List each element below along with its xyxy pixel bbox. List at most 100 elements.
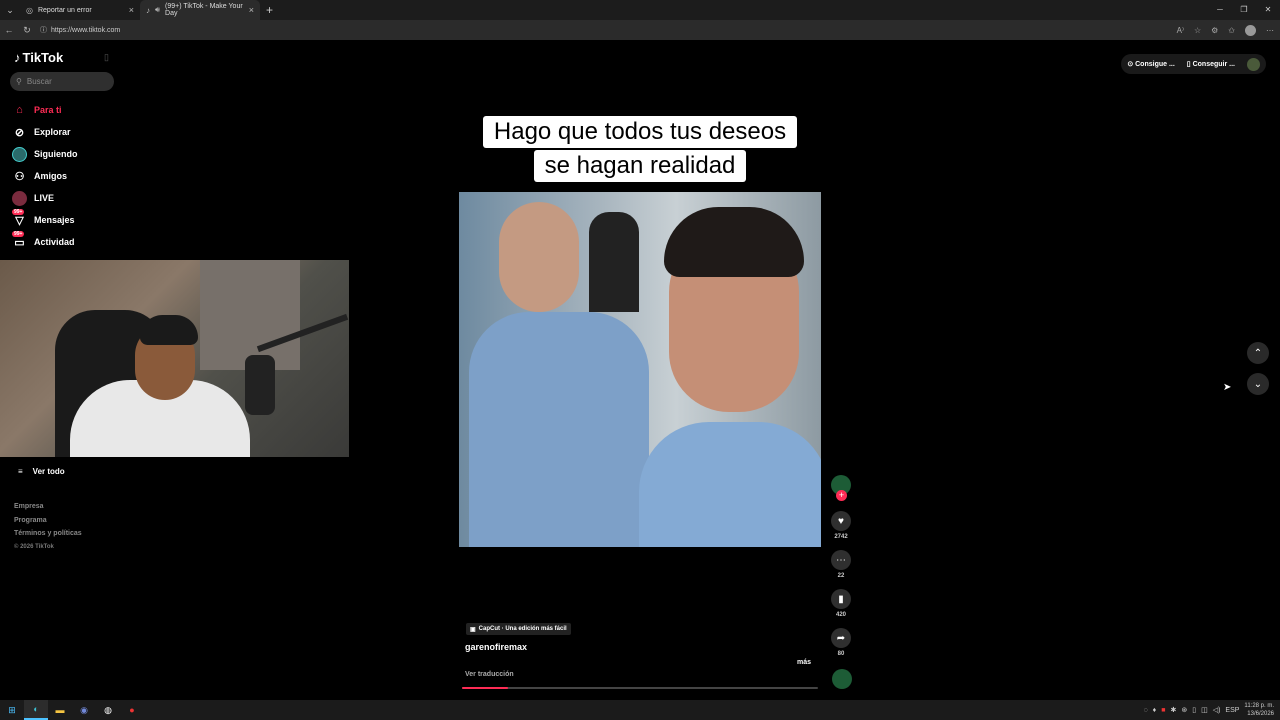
refresh-icon[interactable]: ↻ — [18, 25, 36, 36]
new-tab-icon[interactable]: + — [266, 3, 273, 17]
url-text: https://www.tiktok.com — [51, 26, 121, 34]
search-input[interactable]: ⚲ Buscar — [10, 72, 114, 91]
caption-text: Hago que todos tus deseos — [482, 116, 798, 148]
like-button[interactable]: ♥ — [831, 511, 851, 531]
tiktok-note-icon: ♪ — [14, 50, 21, 65]
list-icon: ≡ — [18, 467, 23, 476]
profile-avatar-icon[interactable] — [1245, 24, 1256, 36]
close-tab-icon[interactable]: × — [129, 5, 134, 15]
globe-icon: ◎ — [26, 5, 33, 15]
sidebar-item-mensajes[interactable]: ▽ 99+ Mensajes — [12, 208, 78, 231]
sidebar-item-live[interactable]: LIVE — [12, 187, 78, 209]
save-button[interactable]: ▮ — [831, 589, 851, 609]
previous-video-button[interactable]: ⌃ — [1247, 342, 1269, 364]
see-translation-link[interactable]: Ver traducción — [465, 671, 514, 678]
tray-steam-icon[interactable]: ⊛ — [1181, 706, 1187, 714]
tab-report-error[interactable]: ◎ Reportar un error × — [20, 0, 140, 20]
collapse-sidebar-icon[interactable]: ▯ — [104, 52, 109, 63]
url-field[interactable]: ⓘ https://www.tiktok.com — [40, 25, 120, 35]
footer-link-empresa[interactable]: Empresa — [14, 500, 82, 514]
tiktok-favicon-icon: ♪ — [146, 5, 150, 15]
speaker-icon[interactable]: 🔊︎ — [155, 5, 160, 15]
video-right-man-shirt — [639, 422, 821, 547]
more-menu-icon[interactable]: ⋯ — [1266, 26, 1274, 35]
footer-link-terminos[interactable]: Términos y políticas — [14, 527, 82, 541]
tab-actions-menu-icon[interactable]: ⌄ — [0, 0, 20, 20]
streamer-webcam-overlay — [0, 260, 349, 457]
video-action-rail: + ♥ 2742 ⋯ 22 ▮ 420 ➦ 80 — [829, 475, 853, 667]
get-coins-button[interactable]: ⊙ Consigue ... — [1127, 60, 1174, 68]
video-author[interactable]: garenofiremax — [465, 642, 527, 652]
recording-app-icon[interactable]: ● — [120, 700, 144, 720]
file-explorer-icon[interactable]: ▬ — [48, 700, 72, 720]
close-window-icon[interactable]: ✕ — [1256, 0, 1280, 20]
video-player[interactable] — [459, 192, 821, 547]
follow-plus-icon[interactable]: + — [836, 490, 847, 501]
obs-icon[interactable]: ◍ — [96, 700, 120, 720]
sidebar-item-actividad[interactable]: ▭ 99+ Actividad — [12, 230, 78, 253]
sidebar-item-label: Mensajes — [34, 215, 75, 225]
copyright: © 2026 TikTok — [14, 543, 54, 550]
keyboard-language[interactable]: ESP — [1225, 707, 1239, 714]
clock[interactable]: 11:28 p. m. 13/6/2026 — [1244, 702, 1274, 718]
edge-browser-icon[interactable]: ◐ — [24, 700, 48, 720]
minimize-icon[interactable]: ─ — [1208, 0, 1232, 20]
tab-tiktok[interactable]: ♪ 🔊︎ (99+) TikTok - Make Your Day × — [140, 0, 260, 20]
clock-time: 11:28 p. m. — [1244, 703, 1274, 709]
back-icon[interactable]: ← — [0, 25, 18, 35]
clock-date: 13/6/2026 — [1247, 711, 1274, 717]
share-button[interactable]: ➦ — [831, 628, 851, 648]
tray-app-icon[interactable]: ◌ — [1143, 707, 1147, 714]
tab-title: (99+) TikTok - Make Your Day — [165, 3, 243, 17]
video-caption-line-1: Hago que todos tus deseos — [0, 116, 1280, 148]
site-info-icon[interactable]: ⓘ — [40, 25, 47, 35]
activity-icon: ▭ 99+ — [12, 230, 25, 249]
video-left-man-face — [499, 202, 579, 312]
share-arrow-icon: ➦ — [836, 632, 846, 644]
footer-link-programa[interactable]: Programa — [14, 514, 82, 528]
start-button-windows-icon[interactable]: ⊞ — [0, 700, 24, 720]
video-caption-line-2: se hagan realidad — [0, 150, 1280, 182]
tray-network-icon[interactable]: ◫ — [1201, 706, 1208, 714]
see-all-button[interactable]: ≡ Ver todo — [18, 467, 65, 476]
favorites-icon[interactable]: ✩ — [1228, 26, 1235, 35]
header-actions: ⊙ Consigue ... ▯ Conseguir ... — [1121, 54, 1266, 74]
logo-text: TikTok — [22, 50, 64, 65]
capcut-icon: ▣ — [470, 626, 476, 633]
next-video-button[interactable]: ⌄ — [1247, 373, 1269, 395]
tray-bluetooth-icon[interactable]: ✱ — [1170, 706, 1176, 714]
creator-avatar[interactable]: + — [831, 475, 851, 501]
save-count: 420 — [835, 612, 846, 618]
music-disc-avatar[interactable] — [832, 669, 852, 689]
get-coins-label: Consigue ... — [1135, 61, 1175, 68]
tab-title: Reportar un error — [37, 6, 92, 14]
get-app-button[interactable]: ▯ Conseguir ... — [1187, 60, 1235, 68]
more-link[interactable]: más — [797, 659, 811, 666]
messages-badge: 99+ — [12, 208, 25, 215]
tray-mic-icon[interactable]: ♦ — [1153, 707, 1157, 714]
video-guard-figure — [589, 212, 639, 312]
address-bar-tools: A⁾ ☆ ⚙ ✩ ⋯ — [1177, 20, 1274, 40]
tray-speaker-icon[interactable]: ◁) — [1213, 706, 1221, 714]
system-tray: ◌ ♦ ■ ✱ ⊛ ▯ ◫ ◁) ESP 11:28 p. m. 13/6/20… — [1143, 700, 1274, 720]
extensions-icon[interactable]: ⚙ — [1211, 26, 1218, 35]
close-tab-icon[interactable]: × — [249, 5, 254, 15]
sidebar-footer: Empresa Programa Términos y políticas © … — [14, 500, 82, 554]
browser-tab-bar: ⌄ ◎ Reportar un error × ♪ 🔊︎ (99+) TikTo… — [0, 0, 1280, 20]
capcut-tag[interactable]: ▣ CapCut · Una edición más fácil — [466, 623, 571, 635]
comment-button[interactable]: ⋯ — [831, 550, 851, 570]
video-right-man-hair — [664, 207, 804, 277]
tiktok-logo[interactable]: ♪ TikTok — [14, 50, 63, 65]
video-progress-fill — [462, 687, 509, 689]
favorite-star-icon[interactable]: ☆ — [1194, 26, 1201, 35]
discord-icon[interactable]: ◉ — [72, 700, 96, 720]
windows-taskbar: ⊞ ◐ ▬ ◉ ◍ ● ◌ ♦ ■ ✱ ⊛ ▯ ◫ ◁) ESP 11:28 p… — [0, 700, 1280, 720]
maximize-icon[interactable]: ❐ — [1232, 0, 1256, 20]
video-progress-bar[interactable] — [462, 687, 818, 689]
user-avatar[interactable] — [1247, 57, 1260, 71]
tray-battery-icon[interactable]: ▯ — [1192, 706, 1196, 714]
messages-icon: ▽ 99+ — [12, 208, 25, 227]
tray-record-icon[interactable]: ■ — [1161, 707, 1165, 714]
read-aloud-icon[interactable]: A⁾ — [1177, 26, 1184, 35]
chevron-down-icon: ⌄ — [1253, 378, 1263, 390]
